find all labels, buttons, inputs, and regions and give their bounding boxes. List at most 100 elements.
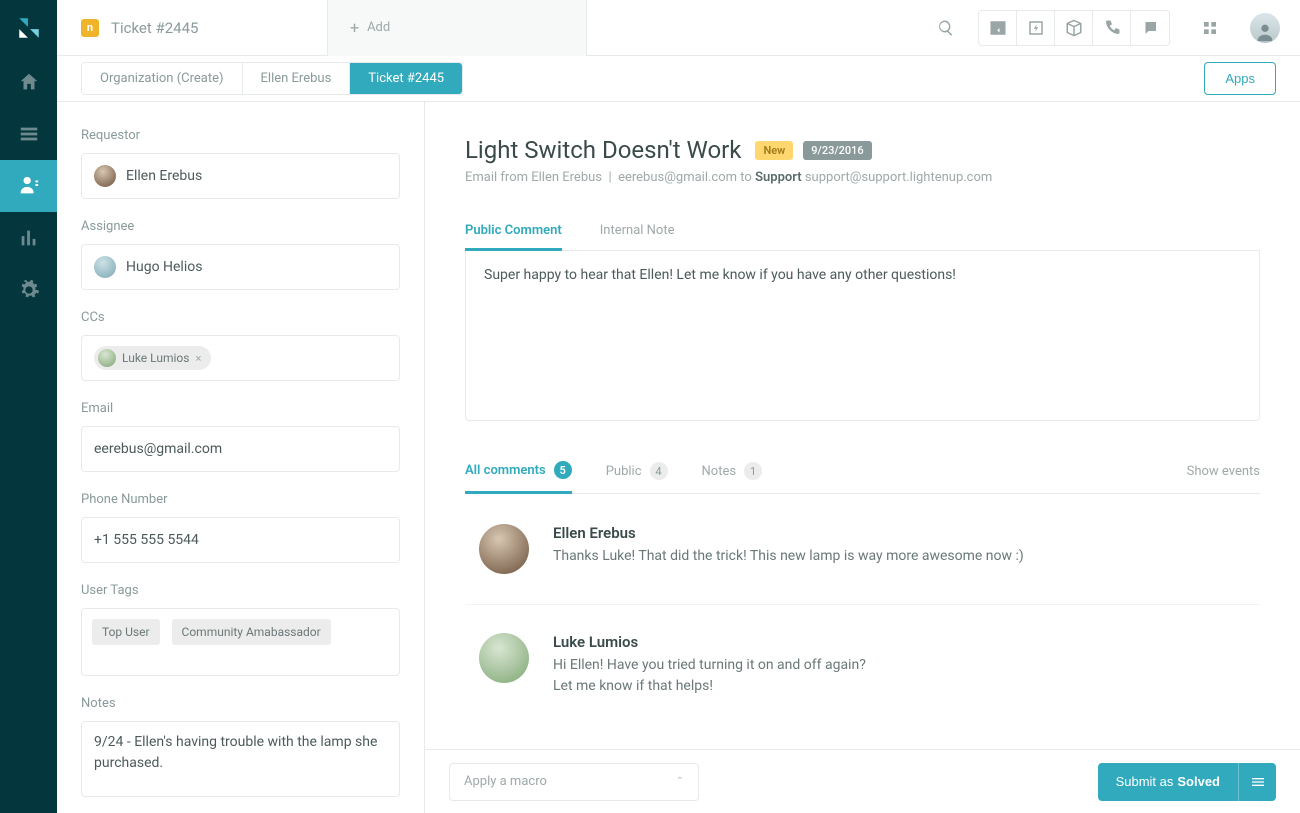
list-icon [18,123,40,145]
tab-notes[interactable]: Notes 1 [702,450,763,492]
breadcrumb-org[interactable]: Organization (Create) [82,63,243,94]
ticket-chip: n Ticket #2445 [57,19,327,37]
plus-icon: + [350,18,359,37]
ticket-main: Light Switch Doesn't Work New 9/23/2016 … [425,102,1300,813]
ticket-number: Ticket #2445 [111,19,198,37]
macro-dropdown[interactable]: Apply a macro ⌃ [449,763,699,801]
search-button[interactable] [924,0,968,56]
avatar [479,633,529,683]
ccs-field[interactable]: Luke Lumios × [81,335,400,381]
compose-tabs: Public Comment Internal Note [465,213,1260,251]
grid-icon [1202,20,1218,36]
package-icon [1065,19,1083,37]
channel-icon-2[interactable] [1017,10,1055,46]
breadcrumb: Organization (Create) Ellen Erebus Ticke… [81,62,463,95]
avatar [94,256,116,278]
apps-grid-button[interactable] [1188,0,1232,56]
ticket-title: Light Switch Doesn't Work [465,136,741,164]
tab-public-comment[interactable]: Public Comment [465,213,562,251]
cc-name: Luke Lumios [122,351,189,365]
ticket-type-badge: n [81,19,99,37]
from-line: Email from Ellen Erebus | eerebus@gmail.… [465,170,1260,185]
submit-button[interactable]: Submit asSolved [1098,763,1238,801]
ticket-sidebar: Requestor Ellen Erebus Assignee Hugo Hel… [57,102,425,813]
user-tag: Top User [92,619,160,645]
message: Ellen Erebus Thanks Luke! That did the t… [465,524,1260,605]
nav-rail [0,0,57,813]
cc-tag: Luke Lumios × [94,346,211,370]
user-tag: Community Amabassador [172,619,331,645]
count-badge: 1 [744,462,762,480]
channel-icons [978,10,1170,46]
usertags-label: User Tags [81,583,400,598]
tab-all-comments[interactable]: All comments 5 [465,449,572,494]
channel-icon-5[interactable] [1131,10,1169,46]
status-badge-new: New [755,141,793,160]
usertags-field[interactable]: Top User Community Amabassador [81,608,400,676]
window-icon [989,19,1007,37]
channel-icon-1[interactable] [979,10,1017,46]
email-field[interactable]: eerebus@gmail.com [81,426,400,472]
notes-textarea[interactable]: 9/24 - Ellen's having trouble with the l… [94,722,387,784]
chat-icon [1141,19,1159,37]
thread-tabs: All comments 5 Public 4 Notes 1 Show eve [465,449,1260,494]
date-badge: 9/23/2016 [803,141,871,160]
notes-field[interactable]: 9/24 - Ellen's having trouble with the l… [81,721,400,797]
assignee-name: Hugo Helios [126,259,202,275]
breadcrumb-row: Organization (Create) Ellen Erebus Ticke… [57,56,1300,102]
email-value: eerebus@gmail.com [94,441,222,457]
ticket-footer: Apply a macro ⌃ Submit asSolved [425,749,1300,813]
message-author: Luke Lumios [553,633,866,651]
count-badge: 4 [650,462,668,480]
add-tab-label: Add [367,20,390,35]
logo [0,0,57,56]
nav-customers[interactable] [0,160,57,212]
requestor-label: Requestor [81,128,400,143]
user-icon [18,175,40,197]
tab-public[interactable]: Public 4 [606,450,668,492]
avatar [479,524,529,574]
compose-textarea[interactable]: Super happy to hear that Ellen! Let me k… [465,251,1260,421]
phone-field[interactable]: +1 555 555 5544 [81,517,400,563]
show-events-link[interactable]: Show events [1187,452,1260,491]
message-text: Thanks Luke! That did the trick! This ne… [553,546,1024,567]
home-icon [18,71,40,93]
gear-icon [18,279,40,301]
assignee-label: Assignee [81,219,400,234]
channel-icon-3[interactable] [1055,10,1093,46]
chart-icon [18,227,40,249]
add-tab-button[interactable]: + Add [327,0,587,56]
bolt-icon [1027,19,1045,37]
submit-menu-button[interactable] [1238,763,1276,801]
breadcrumb-user[interactable]: Ellen Erebus [243,63,351,94]
requestor-name: Ellen Erebus [126,168,202,184]
logo-icon [16,15,42,41]
remove-cc-icon[interactable]: × [195,352,201,365]
tab-internal-note[interactable]: Internal Note [600,213,675,250]
person-icon [1254,21,1276,43]
breadcrumb-ticket[interactable]: Ticket #2445 [350,63,462,94]
channel-icon-4[interactable] [1093,10,1131,46]
profile-avatar[interactable] [1250,13,1280,43]
submit-group: Submit asSolved [1098,763,1276,801]
notes-label: Notes [81,696,400,711]
avatar [94,165,116,187]
ccs-label: CCs [81,310,400,325]
nav-settings[interactable] [0,264,57,316]
message-text: Hi Ellen! Have you tried turning it on a… [553,655,866,697]
phone-value: +1 555 555 5544 [94,532,199,548]
message-thread: Ellen Erebus Thanks Luke! That did the t… [465,494,1260,727]
avatar [98,349,116,367]
nav-reports[interactable] [0,212,57,264]
assignee-field[interactable]: Hugo Helios [81,244,400,290]
menu-icon [1250,774,1266,790]
message-author: Ellen Erebus [553,524,1024,542]
nav-views[interactable] [0,108,57,160]
nav-home[interactable] [0,56,57,108]
phone-label: Phone Number [81,492,400,507]
email-label: Email [81,401,400,416]
search-icon [937,19,955,37]
macro-placeholder: Apply a macro [464,774,547,789]
requestor-field[interactable]: Ellen Erebus [81,153,400,199]
apps-button[interactable]: Apps [1204,62,1276,95]
